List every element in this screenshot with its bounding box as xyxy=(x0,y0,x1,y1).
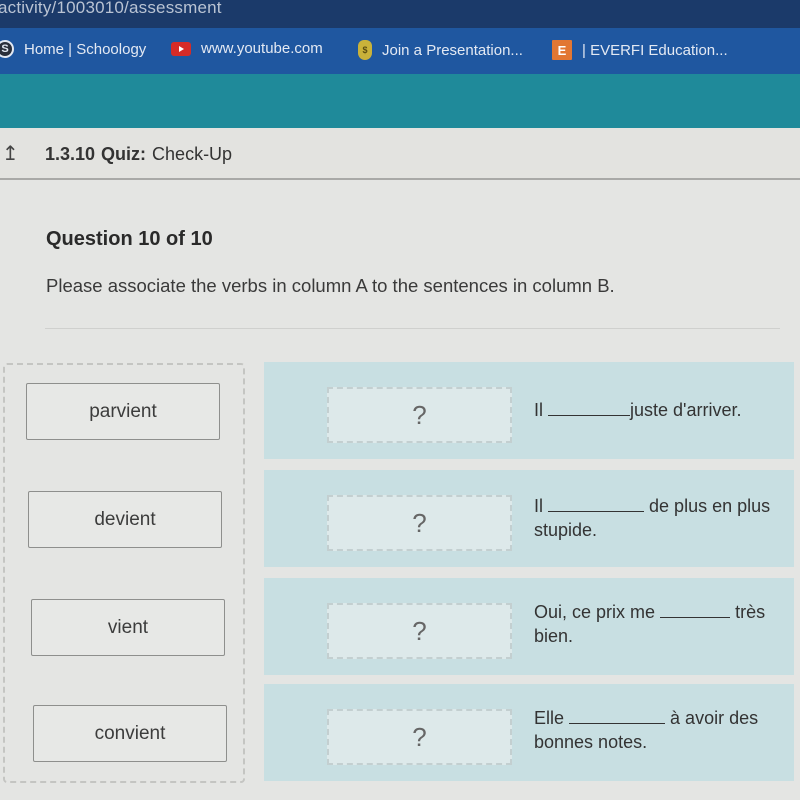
verb-card-vient[interactable]: vient xyxy=(31,599,225,656)
verb-card-devient[interactable]: devient xyxy=(28,491,222,548)
blank xyxy=(569,708,666,724)
sentence: Elle à avoir des bonnes notes. xyxy=(534,706,774,754)
app-header-band xyxy=(0,74,800,128)
drop-zone[interactable]: ? xyxy=(327,709,512,765)
blank xyxy=(660,602,731,618)
match-row: ? Il de plus en plus stupide. xyxy=(264,470,794,567)
sentence-start: Il xyxy=(534,496,543,516)
quiz-header: ↥ 1.3.10 Quiz: Check-Up xyxy=(0,128,800,180)
bookmark-label: Join a Presentation... xyxy=(382,41,523,59)
schoology-icon: S xyxy=(0,40,14,58)
back-arrow-icon[interactable]: ↥ xyxy=(2,144,22,164)
bookmark-label: | EVERFI Education... xyxy=(582,41,728,59)
bookmark-join-presentation[interactable]: $ Join a Presentation... xyxy=(358,40,523,60)
match-row: ? Oui, ce prix me très bien. xyxy=(264,578,794,675)
sentence-start: Elle xyxy=(534,708,565,728)
money-bag-icon: $ xyxy=(358,40,372,60)
bookmark-everfi[interactable]: E | EVERFI Education... xyxy=(552,40,728,60)
quiz-type: Quiz: xyxy=(101,144,147,164)
bookmark-label: Home | Schoology xyxy=(24,40,147,58)
verb-card-parvient[interactable]: parvient xyxy=(26,383,220,440)
bookmark-label: www.youtube.com xyxy=(201,40,323,57)
drop-zone[interactable]: ? xyxy=(327,495,512,551)
quiz-name: Check-Up xyxy=(152,144,233,164)
verb-card-convient[interactable]: convient xyxy=(33,705,227,762)
match-row: ? Elle à avoir des bonnes notes. xyxy=(264,684,794,781)
bookmark-youtube[interactable]: www.youtube.com xyxy=(171,40,323,57)
divider xyxy=(45,328,780,329)
everfi-icon: E xyxy=(552,40,572,60)
sentence-start: Oui, ce prix me xyxy=(534,602,656,622)
bookmarks-bar: S Home | Schoology www.youtube.com $ Joi… xyxy=(0,28,800,74)
address-bar[interactable]: activity/1003010/assessment xyxy=(0,0,800,28)
sentence-end: juste d'arriver. xyxy=(630,400,742,420)
sentence: Il juste d'arriver. xyxy=(534,398,774,422)
sentence: Oui, ce prix me très bien. xyxy=(534,600,774,648)
sentence-start: Il xyxy=(534,400,543,420)
drop-zone[interactable]: ? xyxy=(327,387,512,443)
question-title: Question 10 of 10 xyxy=(46,228,213,250)
blank xyxy=(548,400,631,416)
bookmark-schoology[interactable]: S Home | Schoology xyxy=(0,40,146,58)
blank xyxy=(548,496,645,512)
quiz-title: 1.3.10 Quiz: Check-Up xyxy=(45,144,232,165)
youtube-icon xyxy=(171,41,191,56)
question-prompt: Please associate the verbs in column A t… xyxy=(46,275,615,296)
sentence: Il de plus en plus stupide. xyxy=(534,494,774,542)
quiz-number: 1.3.10 xyxy=(45,144,96,164)
drop-zone[interactable]: ? xyxy=(327,603,512,659)
url-text: activity/1003010/assessment xyxy=(0,0,222,17)
match-row: ? Il juste d'arriver. xyxy=(264,362,794,459)
